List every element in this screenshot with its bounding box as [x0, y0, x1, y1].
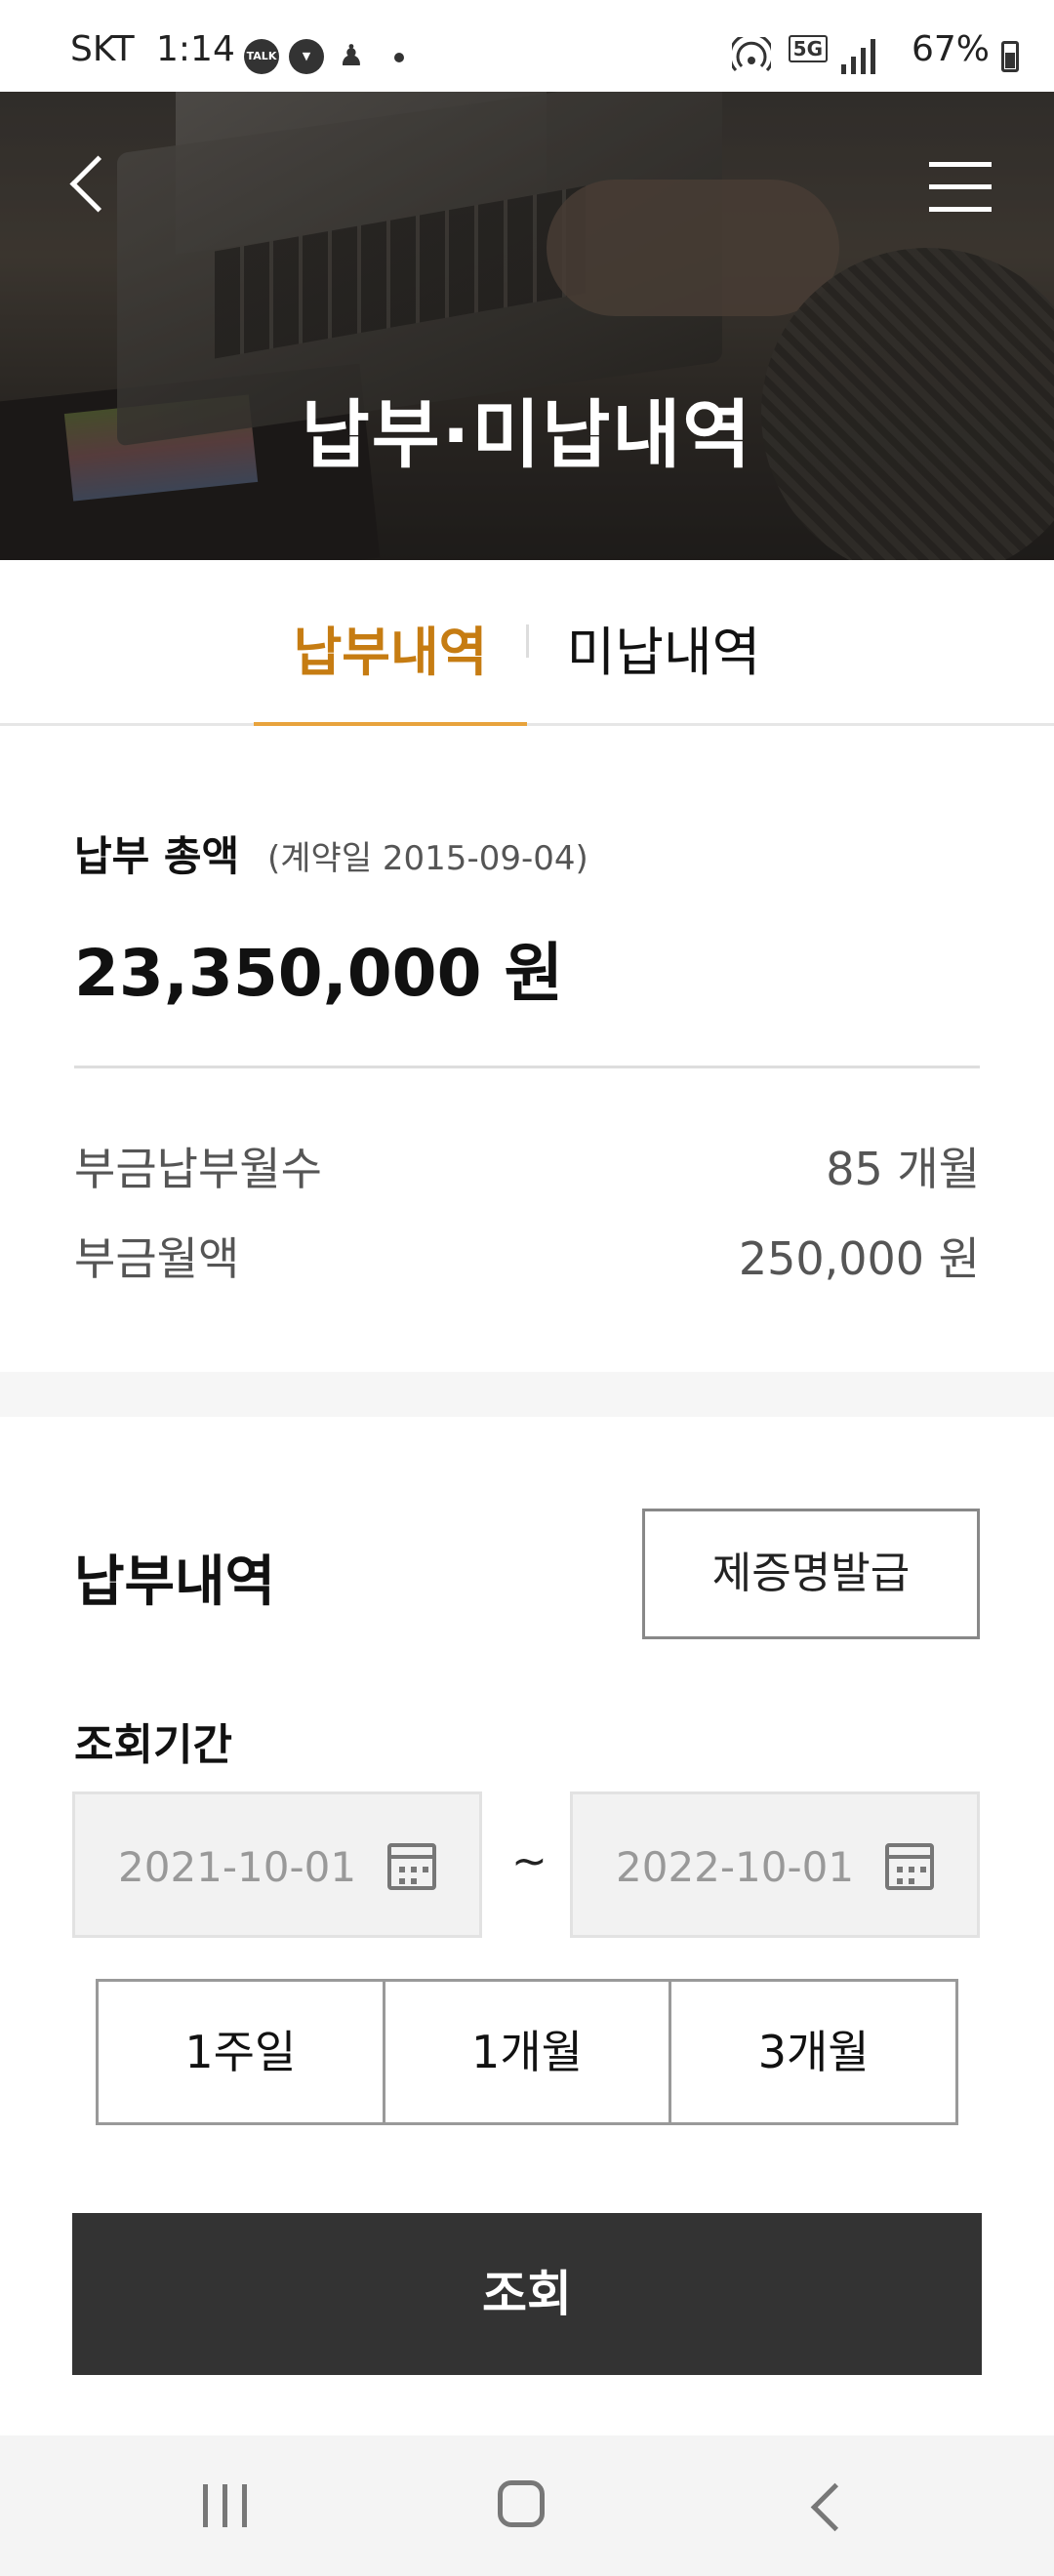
home-icon[interactable] [498, 2480, 545, 2527]
section-title: 납부내역 [74, 1550, 276, 1614]
from-date-field[interactable]: 2021-10-01 [72, 1791, 482, 1938]
certificate-issue-button[interactable]: 제증명발급 [642, 1509, 980, 1639]
nav-back-icon[interactable] [804, 2482, 847, 2531]
monthly-amount-value: 250,000 원 [738, 1232, 980, 1285]
menu-button[interactable] [929, 162, 992, 213]
months-paid-value: 85 개월 [826, 1143, 980, 1195]
clock: 1:14 [156, 29, 235, 69]
to-date-value: 2022-10-01 [616, 1843, 855, 1891]
tab-separator [526, 624, 529, 658]
status-bar: SKT 1:14 TALK ▼ ♟ 5G 67% [0, 0, 1054, 92]
shield-icon: ▼ [289, 39, 324, 74]
period-label: 조회기간 [74, 1720, 232, 1770]
recent-apps-icon[interactable] [203, 2484, 250, 2527]
page-title: 납부·미납내역 [301, 391, 753, 478]
contract-date-note: (계약일 2015-09-04) [267, 839, 588, 878]
person-icon: ♟ [334, 39, 369, 74]
divider [74, 1066, 980, 1068]
range-3-months-button[interactable]: 3개월 [669, 1979, 959, 2125]
payment-history-section: 납부내역 제증명발급 조회기간 2021-10-01 ~ 2022-10-01 … [0, 1417, 1054, 2435]
calendar-icon[interactable] [387, 1843, 436, 1890]
signal-icon [841, 39, 875, 74]
total-label: 납부 총액 [74, 832, 240, 880]
search-button[interactable]: 조회 [72, 2213, 982, 2375]
carrier-label: SKT [70, 29, 135, 69]
range-1-month-button[interactable]: 1개월 [382, 1979, 672, 2125]
network-5g-icon: 5G [788, 35, 828, 62]
recent-line [242, 2484, 247, 2527]
section-gap [0, 1372, 1054, 1417]
talk-icon: TALK [244, 39, 279, 74]
months-paid-label: 부금납부월수 [74, 1143, 322, 1195]
menu-line [929, 184, 992, 189]
hamburger-menu-icon [929, 162, 992, 167]
hero-overlay [0, 92, 1054, 560]
hero-header: 납부·미납내역 [0, 92, 1054, 560]
monthly-amount-label: 부금월액 [74, 1232, 240, 1285]
range-1-week-button[interactable]: 1주일 [96, 1979, 385, 2125]
battery-icon [1001, 41, 1019, 72]
total-amount: 23,350,000 원 [74, 936, 564, 1011]
to-date-field[interactable]: 2022-10-01 [570, 1791, 980, 1938]
quick-range-buttons: 1주일 1개월 3개월 [96, 1979, 959, 2125]
from-date-value: 2021-10-01 [118, 1843, 357, 1891]
back-button[interactable] [61, 152, 119, 221]
hotspot-icon [732, 37, 771, 72]
payment-summary: 납부 총액 (계약일 2015-09-04) 23,350,000 원 부금납부… [0, 726, 1054, 1372]
recent-line [203, 2484, 208, 2527]
calendar-icon[interactable] [885, 1843, 934, 1890]
tab-payment-history[interactable]: 납부내역 [254, 609, 527, 726]
system-nav-bar [0, 2435, 1054, 2576]
tab-bar: 납부내역 미납내역 [0, 560, 1054, 726]
tab-unpaid-history[interactable]: 미납내역 [556, 609, 771, 686]
date-range-separator: ~ [511, 1836, 547, 1886]
recent-line [223, 2484, 227, 2527]
menu-line [929, 207, 992, 212]
battery-percentage: 67% [911, 29, 990, 69]
notification-dot-icon [394, 53, 404, 62]
